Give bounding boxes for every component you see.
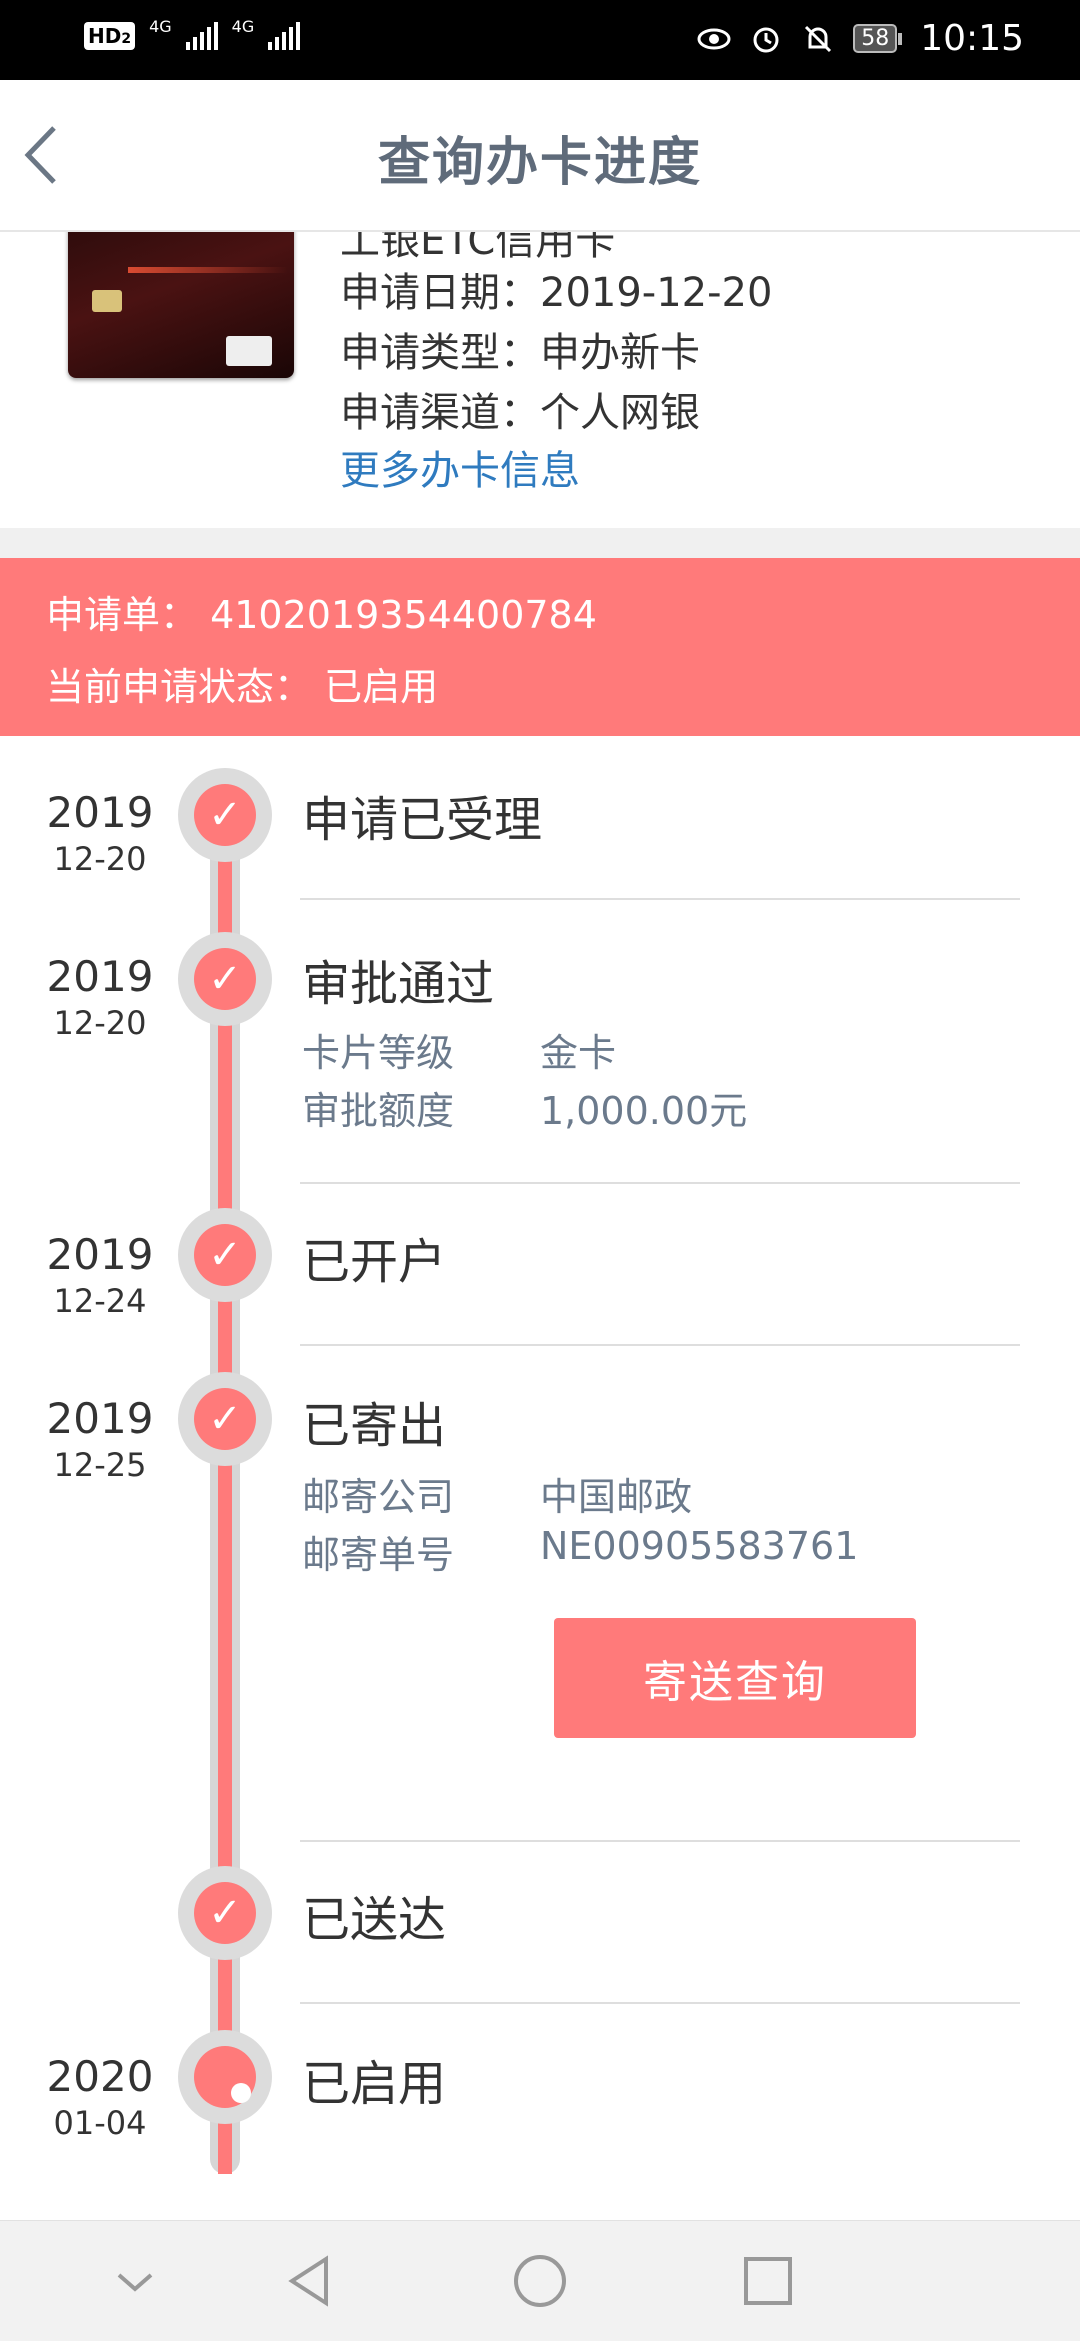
- timeline-node: ✓: [178, 1866, 272, 1960]
- application-number: 申请单： 4102019354400784: [46, 593, 597, 637]
- page-title: 查询办卡进度: [377, 133, 702, 193]
- step-date: 12-20: [53, 840, 147, 878]
- hd-sub-label: 2: [121, 31, 132, 47]
- step-label: 已开户: [302, 1234, 447, 1290]
- back-triangle-icon[interactable]: [280, 2251, 340, 2311]
- detail-value: NE00905583761: [540, 1524, 859, 1568]
- card-info-section: 工银ETC信用卡 申请日期：2019-12-20 申请类型：申办新卡 申请渠道：…: [0, 232, 1080, 528]
- step-label: 申请已受理: [302, 792, 543, 848]
- progress-timeline: 2019 12-20 ✓ 申请已受理 2019 12-20 ✓ 审批通过 卡片等…: [0, 736, 1080, 2220]
- detail-label: 邮寄单号: [302, 1533, 455, 1577]
- detail-value: 1,000.00元: [540, 1089, 748, 1133]
- timeline-node: ✓: [178, 768, 272, 862]
- detail-value: 中国邮政: [540, 1475, 693, 1519]
- step-date: 12-25: [53, 1446, 147, 1484]
- credit-card-image: [68, 232, 294, 378]
- mute-bell-icon: [801, 22, 835, 56]
- divider: [300, 1344, 1020, 1346]
- status-bar: HD2 4G 4G 58 10:15: [0, 0, 1080, 80]
- application-status-banner: 申请单： 4102019354400784 当前申请状态： 已启用: [0, 558, 1080, 736]
- current-status: 当前申请状态： 已启用: [46, 665, 439, 709]
- hd-label: HD: [88, 24, 122, 48]
- step-date: 12-24: [53, 1282, 147, 1320]
- divider: [300, 898, 1020, 900]
- check-icon: ✓: [194, 784, 256, 846]
- eye-icon: [697, 22, 731, 56]
- status-left: HD2 4G 4G: [84, 17, 301, 50]
- detail-label: 审批额度: [302, 1089, 455, 1133]
- alarm-icon: [749, 22, 783, 56]
- signal-icon: [268, 22, 301, 50]
- step-label: 审批通过: [302, 956, 495, 1012]
- step-label: 已送达: [302, 1892, 447, 1948]
- check-icon: ✓: [194, 1224, 256, 1286]
- step-year: 2020: [46, 2052, 154, 2101]
- current-dot-icon: [194, 2046, 256, 2108]
- apply-channel: 申请渠道：个人网银: [340, 390, 700, 436]
- detail-label: 邮寄公司: [302, 1475, 455, 1519]
- battery-icon: 58: [853, 24, 903, 53]
- signal-icon: [185, 22, 218, 50]
- step-year: 2019: [46, 1394, 154, 1443]
- check-icon: ✓: [194, 1388, 256, 1450]
- clock: 10:15: [920, 18, 1024, 59]
- track-shipment-button[interactable]: 寄送查询: [554, 1618, 916, 1738]
- divider: [300, 1840, 1020, 1842]
- network-type-1: 4G: [149, 16, 172, 36]
- recents-square-icon[interactable]: [738, 2251, 798, 2311]
- divider: [300, 1182, 1020, 1184]
- timeline-node: ✓: [178, 1372, 272, 1466]
- hd-indicator: HD2: [84, 22, 136, 50]
- apply-date: 申请日期：2019-12-20: [340, 270, 773, 316]
- more-card-info-link[interactable]: 更多办卡信息: [340, 438, 580, 496]
- detail-value: 金卡: [540, 1031, 617, 1075]
- timeline-node-current: [178, 2030, 272, 2124]
- step-year: 2019: [46, 1230, 154, 1279]
- check-icon: ✓: [194, 1882, 256, 1944]
- collapse-chevron-icon[interactable]: [105, 2251, 165, 2311]
- step-year: 2019: [46, 788, 154, 837]
- check-icon: ✓: [194, 948, 256, 1010]
- battery-level: 58: [853, 24, 898, 53]
- step-date: 01-04: [53, 2104, 147, 2142]
- apply-type: 申请类型：申办新卡: [340, 330, 700, 376]
- system-nav-bar: [0, 2220, 1080, 2341]
- home-circle-icon[interactable]: [510, 2251, 570, 2311]
- step-date: 12-20: [53, 1004, 147, 1042]
- section-divider: [0, 528, 1080, 558]
- timeline-node: ✓: [178, 932, 272, 1026]
- timeline-node: ✓: [178, 1208, 272, 1302]
- step-year: 2019: [46, 952, 154, 1001]
- app-header: 查询办卡进度: [0, 80, 1080, 232]
- step-label: 已启用: [302, 2056, 447, 2112]
- divider: [300, 2002, 1020, 2004]
- step-label: 已寄出: [302, 1398, 447, 1454]
- network-type-2: 4G: [231, 16, 255, 36]
- status-right: 58 10:15: [697, 18, 1024, 59]
- detail-label: 卡片等级: [302, 1031, 455, 1075]
